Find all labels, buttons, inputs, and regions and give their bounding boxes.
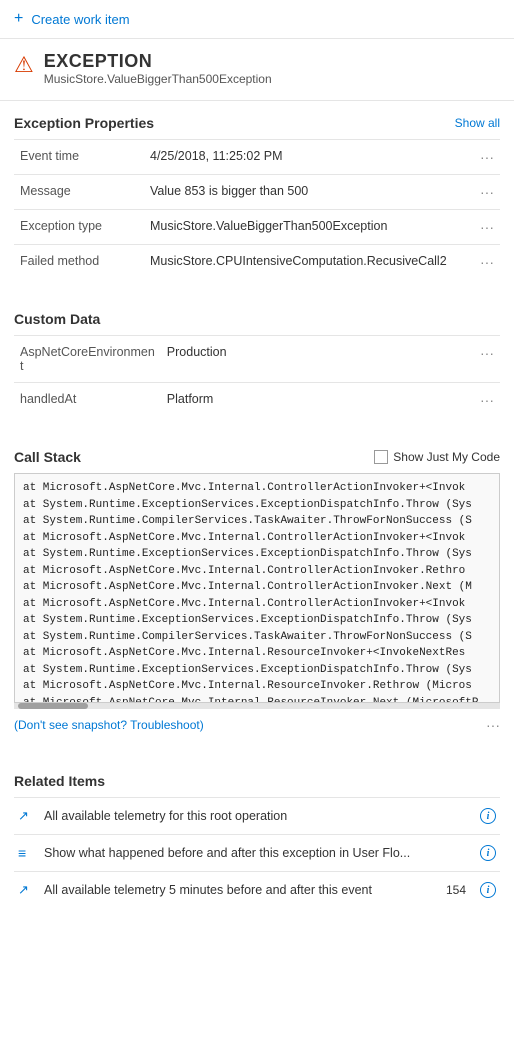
prop-key: Event time: [14, 140, 144, 175]
prop-value: 4/25/2018, 11:25:02 PM: [144, 140, 474, 175]
create-work-item-link[interactable]: Create work item: [31, 12, 129, 27]
related-item-text: All available telemetry for this root op…: [44, 809, 472, 823]
info-icon[interactable]: i: [480, 845, 496, 861]
prop-dots[interactable]: ···: [474, 336, 500, 383]
show-just-my-code-checkbox[interactable]: [374, 450, 388, 464]
prop-key: Failed method: [14, 245, 144, 280]
related-item[interactable]: ≡ Show what happened before and after th…: [14, 834, 500, 871]
custom-data-title: Custom Data: [14, 311, 100, 327]
related-item-icon: ≡: [18, 845, 36, 861]
exception-properties-title: Exception Properties: [14, 115, 154, 131]
related-item-text: Show what happened before and after this…: [44, 846, 472, 860]
callstack-line: at System.Runtime.ExceptionServices.Exce…: [23, 546, 491, 563]
callstack-title: Call Stack: [14, 449, 81, 465]
prop-dots[interactable]: ···: [474, 175, 500, 210]
callstack-line: at Microsoft.AspNetCore.Mvc.Internal.Res…: [23, 695, 491, 704]
exception-block: ⚠ EXCEPTION MusicStore.ValueBiggerThan50…: [0, 39, 514, 101]
prop-key: Exception type: [14, 210, 144, 245]
callstack-line: at Microsoft.AspNetCore.Mvc.Internal.Con…: [23, 530, 491, 547]
plus-icon: +: [14, 10, 23, 28]
info-icon[interactable]: i: [480, 808, 496, 824]
table-row: Event time 4/25/2018, 11:25:02 PM ···: [14, 140, 500, 175]
custom-data-section: Custom Data AspNetCoreEnvironmen t Produ…: [0, 297, 514, 417]
table-row: AspNetCoreEnvironmen t Production ···: [14, 336, 500, 383]
prop-key: AspNetCoreEnvironmen t: [14, 336, 161, 383]
callstack-scrollbar: [14, 703, 500, 709]
related-item[interactable]: ↗ All available telemetry 5 minutes befo…: [14, 871, 500, 908]
callstack-line: at System.Runtime.CompilerServices.TaskA…: [23, 629, 491, 646]
custom-data-table: AspNetCoreEnvironmen t Production ··· ha…: [14, 335, 500, 417]
callstack-line: at Microsoft.AspNetCore.Mvc.Internal.Con…: [23, 480, 491, 497]
prop-dots[interactable]: ···: [474, 383, 500, 418]
show-just-my-code-toggle[interactable]: Show Just My Code: [374, 450, 500, 464]
snapshot-dots[interactable]: ···: [486, 717, 500, 733]
callstack-line: at System.Runtime.ExceptionServices.Exce…: [23, 612, 491, 629]
exception-subtitle: MusicStore.ValueBiggerThan500Exception: [44, 72, 272, 86]
prop-value: Value 853 is bigger than 500: [144, 175, 474, 210]
related-items-title: Related Items: [14, 773, 500, 789]
callstack-line: at System.Runtime.ExceptionServices.Exce…: [23, 497, 491, 514]
exception-title: EXCEPTION: [44, 51, 272, 72]
exception-properties-table: Event time 4/25/2018, 11:25:02 PM ··· Me…: [14, 139, 500, 279]
warning-icon: ⚠: [14, 52, 34, 78]
related-item-text: All available telemetry 5 minutes before…: [44, 883, 438, 897]
prop-dots[interactable]: ···: [474, 210, 500, 245]
table-row: Failed method MusicStore.CPUIntensiveCom…: [14, 245, 500, 280]
prop-dots[interactable]: ···: [474, 245, 500, 280]
show-just-my-code-label: Show Just My Code: [393, 450, 500, 464]
prop-value: Platform: [161, 383, 474, 418]
related-item-icon: ↗: [18, 882, 36, 898]
related-item-count: 154: [446, 883, 466, 897]
show-all-link[interactable]: Show all: [455, 116, 500, 130]
callstack-line: at System.Runtime.ExceptionServices.Exce…: [23, 662, 491, 679]
prop-value: Production: [161, 336, 474, 383]
table-row: Exception type MusicStore.ValueBiggerTha…: [14, 210, 500, 245]
table-row: Message Value 853 is bigger than 500 ···: [14, 175, 500, 210]
related-item-icon: ↗: [18, 808, 36, 824]
callstack-line: at Microsoft.AspNetCore.Mvc.Internal.Con…: [23, 579, 491, 596]
info-icon[interactable]: i: [480, 882, 496, 898]
exception-properties-section: Exception Properties Show all Event time…: [0, 101, 514, 279]
header: + Create work item: [0, 0, 514, 39]
callstack-line: at Microsoft.AspNetCore.Mvc.Internal.Con…: [23, 596, 491, 613]
prop-key: Message: [14, 175, 144, 210]
related-item[interactable]: ↗ All available telemetry for this root …: [14, 797, 500, 834]
callstack-line: at Microsoft.AspNetCore.Mvc.Internal.Res…: [23, 645, 491, 662]
callstack-line: at System.Runtime.CompilerServices.TaskA…: [23, 513, 491, 530]
callstack-box[interactable]: at Microsoft.AspNetCore.Mvc.Internal.Con…: [14, 473, 500, 703]
snapshot-row: (Don't see snapshot? Troubleshoot) ···: [0, 709, 514, 741]
table-row: handledAt Platform ···: [14, 383, 500, 418]
prop-value: MusicStore.ValueBiggerThan500Exception: [144, 210, 474, 245]
snapshot-link[interactable]: (Don't see snapshot? Troubleshoot): [14, 718, 204, 732]
prop-dots[interactable]: ···: [474, 140, 500, 175]
callstack-line: at Microsoft.AspNetCore.Mvc.Internal.Con…: [23, 563, 491, 580]
callstack-section: Call Stack Show Just My Code at Microsof…: [0, 435, 514, 709]
related-items-section: Related Items ↗ All available telemetry …: [0, 759, 514, 908]
callstack-line: at Microsoft.AspNetCore.Mvc.Internal.Res…: [23, 678, 491, 695]
prop-value: MusicStore.CPUIntensiveComputation.Recus…: [144, 245, 474, 280]
callstack-scrollbar-thumb: [18, 703, 88, 709]
prop-key: handledAt: [14, 383, 161, 418]
